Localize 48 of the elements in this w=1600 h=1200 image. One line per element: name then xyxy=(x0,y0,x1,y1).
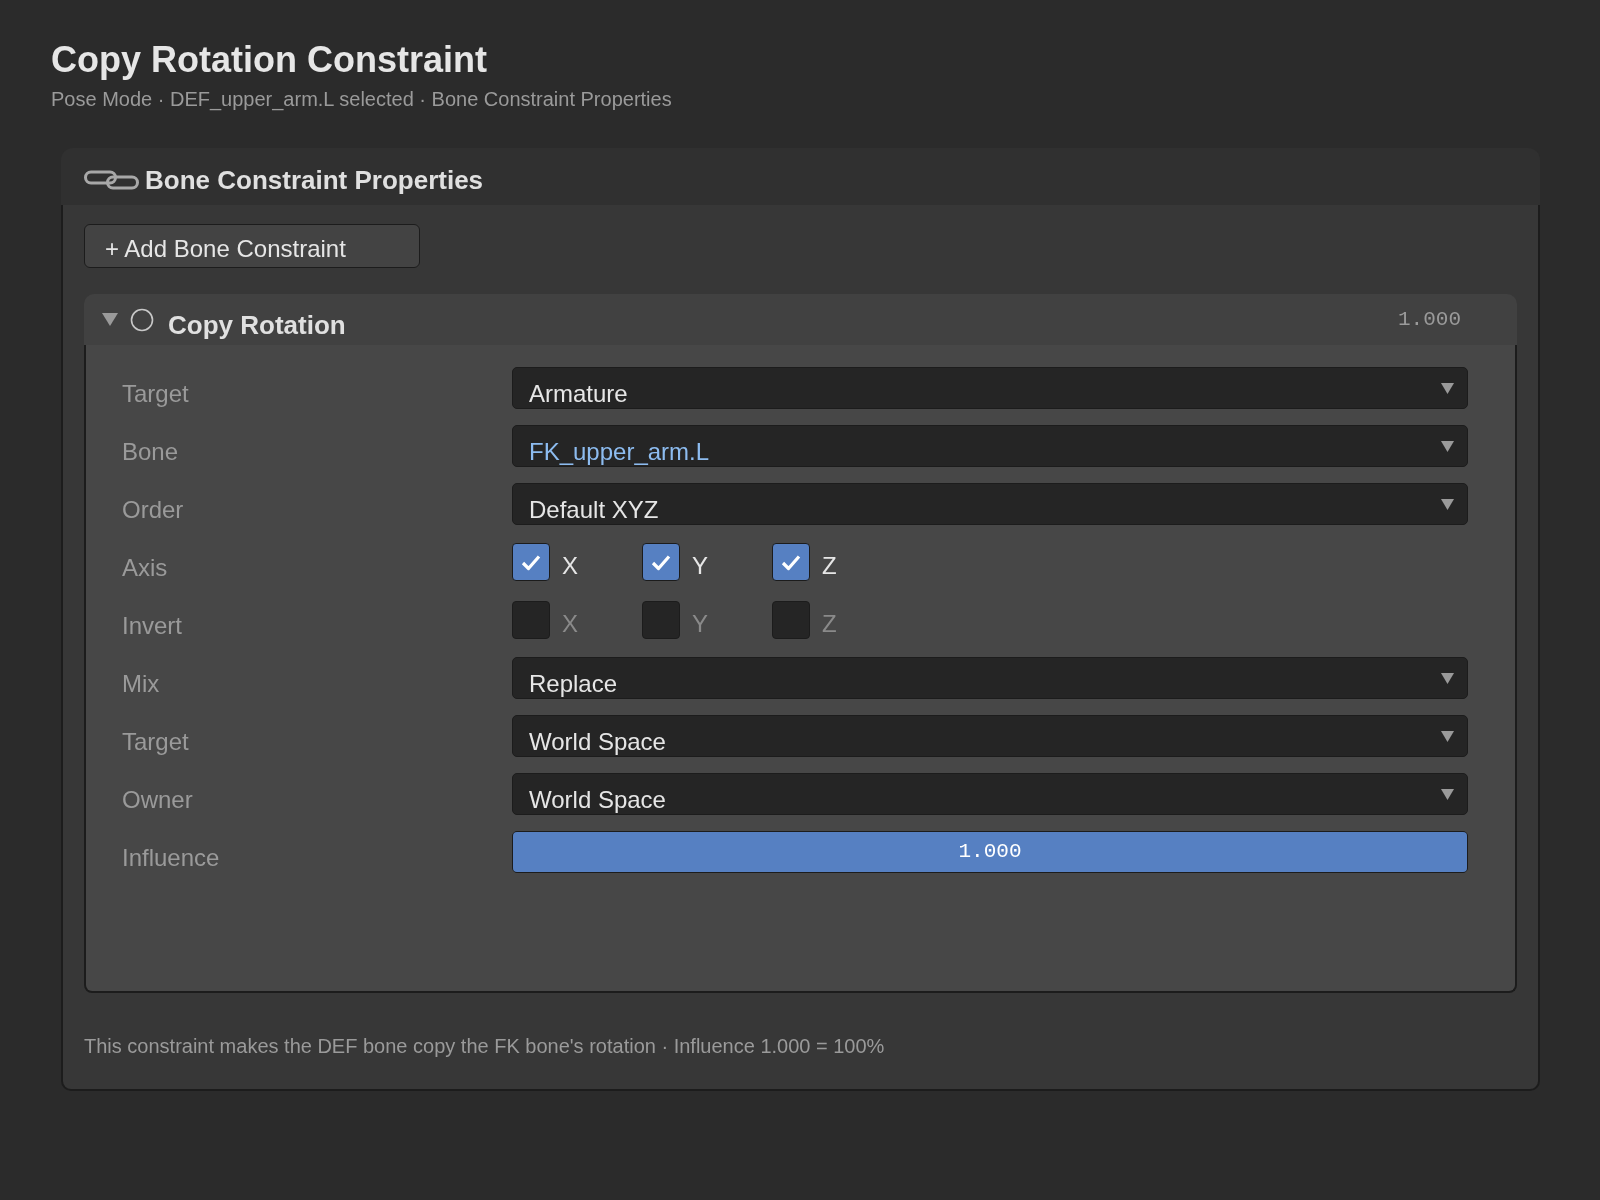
field-label: Owner xyxy=(122,785,194,814)
dropdown[interactable]: Replace xyxy=(512,657,1468,699)
field-label: Order xyxy=(122,495,185,524)
dropdown[interactable]: World Space xyxy=(512,773,1468,815)
page-title: Copy Rotation Constraint xyxy=(51,38,488,82)
checkmark-icon xyxy=(781,553,801,571)
checkbox-label: X xyxy=(562,551,578,580)
checkbox-label: Z xyxy=(822,609,837,638)
caret-icon xyxy=(1441,672,1454,684)
checkbox-label: Z xyxy=(822,551,837,580)
chain-link-icon xyxy=(84,169,139,190)
page-subtitle: Pose Mode · DEF_upper_arm.L selected · Bone Constraint Properties xyxy=(51,87,673,112)
field-label: Target xyxy=(122,727,190,756)
checkbox-label: Y xyxy=(692,609,708,638)
checkbox[interactable] xyxy=(642,543,680,581)
checkbox-label: Y xyxy=(692,551,708,580)
dropdown[interactable]: World Space xyxy=(512,715,1468,757)
caret-icon xyxy=(1441,730,1454,742)
checkbox[interactable] xyxy=(512,601,550,639)
panel-title: Bone Constraint Properties xyxy=(145,163,484,196)
add-constraint-button[interactable]: + Add Bone Constraint xyxy=(84,224,420,268)
constraint-influence-value: 1.000 xyxy=(1398,307,1461,332)
caret-down-icon[interactable] xyxy=(102,313,118,326)
caret-icon xyxy=(1441,382,1454,394)
caret-icon xyxy=(1441,788,1454,800)
caret-icon xyxy=(1441,440,1454,452)
field-label: Influence xyxy=(122,843,221,872)
slider-value: 1.000 xyxy=(958,840,1022,864)
slider-track[interactable]: 1.000 xyxy=(512,831,1468,873)
dropdown[interactable]: FK_upper_arm.L xyxy=(512,425,1468,467)
field-label: Bone xyxy=(122,437,180,466)
caret-icon xyxy=(1441,498,1454,510)
checkbox[interactable] xyxy=(772,601,810,639)
constraint-name: Copy Rotation xyxy=(168,308,346,341)
checkmark-icon xyxy=(521,553,541,571)
checkbox[interactable] xyxy=(772,543,810,581)
field-label: Mix xyxy=(122,669,161,698)
help-note: This constraint makes the DEF bone copy the FK bone's rotation · Influence 1.000 = 100% xyxy=(84,1034,886,1059)
checkbox[interactable] xyxy=(642,601,680,639)
checkmark-icon xyxy=(651,553,671,571)
dropdown[interactable]: Default XYZ xyxy=(512,483,1468,525)
checkbox[interactable] xyxy=(512,543,550,581)
field-label: Invert xyxy=(122,611,184,640)
circle-icon xyxy=(130,307,154,332)
field-label: Target xyxy=(122,379,190,408)
checkbox-label: X xyxy=(562,609,578,638)
dropdown[interactable]: Armature xyxy=(512,367,1468,409)
field-label: Axis xyxy=(122,553,169,582)
